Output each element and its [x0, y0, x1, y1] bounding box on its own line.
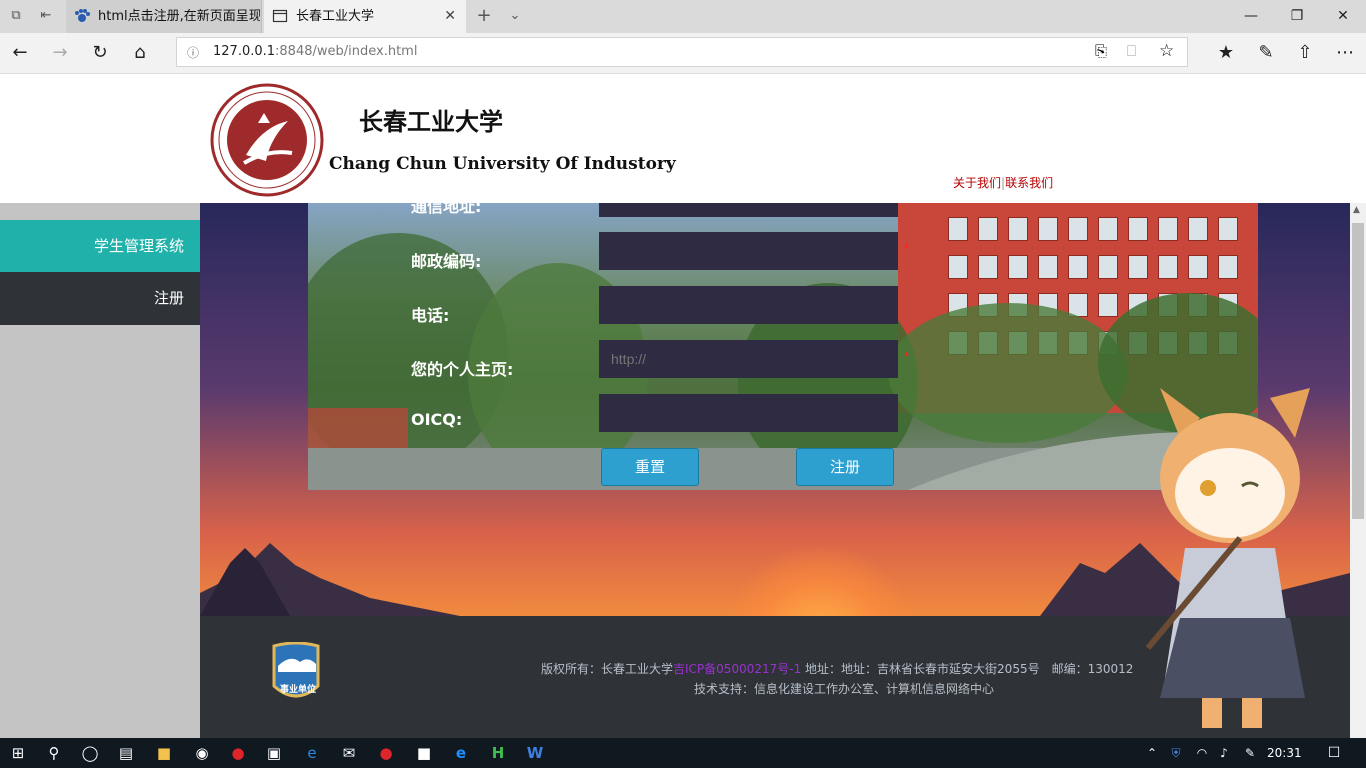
cat-mascot-image	[1145, 388, 1310, 728]
reading-view-icon[interactable]: ⎕	[1127, 42, 1136, 60]
new-tab-icon[interactable]: +	[472, 5, 496, 27]
intellij-icon[interactable]: ■	[406, 738, 442, 768]
recorder-icon[interactable]: ●	[368, 738, 404, 768]
icp-link[interactable]: 吉ICP备05000217号-1	[673, 662, 801, 676]
university-logo	[210, 83, 324, 197]
about-us-link[interactable]: 关于我们	[953, 176, 1001, 190]
phone-input[interactable]	[599, 286, 898, 324]
scroll-up-icon[interactable]: ▲	[1353, 205, 1360, 215]
form-label-address: 通信地址:	[411, 203, 482, 216]
form-label-postcode: 邮政编码:	[411, 252, 482, 271]
task-view-icon[interactable]: ▤	[108, 738, 144, 768]
browser-tab-2[interactable]: 长春工业大学 ✕	[264, 0, 466, 33]
favorites-hub-icon[interactable]: ★	[1212, 39, 1240, 67]
mail-icon[interactable]: ✉	[331, 738, 367, 768]
ie-icon[interactable]: e	[294, 738, 330, 768]
panda-app-icon[interactable]: ◉	[184, 738, 220, 768]
footer-tech-support: 技术支持：信息化建设工作办公室、计算机信息网络中心	[694, 682, 995, 696]
browser-tab-bar: ⧉ ⇤ html点击注册,在新页面呈现 长春工业大学 ✕ + ⌄ — ❐ ✕	[0, 0, 1366, 33]
close-tab-icon[interactable]: ✕	[444, 0, 456, 33]
favorite-star-icon[interactable]: ☆	[1159, 41, 1174, 61]
tab-title: html点击注册,在新页面呈现	[98, 9, 260, 24]
restore-icon[interactable]: ❐	[1274, 0, 1320, 33]
paw-favicon-icon	[75, 9, 90, 22]
university-cn-name: 长春工业大学	[359, 108, 503, 136]
forward-icon[interactable]: →	[46, 39, 74, 67]
store-icon[interactable]: ▣	[256, 738, 292, 768]
page-favicon-icon	[272, 9, 288, 23]
oicq-input[interactable]	[599, 394, 898, 432]
back-icon[interactable]: ←	[6, 39, 34, 67]
form-label-phone: 电话:	[411, 306, 450, 325]
postcode-input[interactable]	[599, 232, 898, 270]
page-scrollbar[interactable]: ▲	[1350, 203, 1366, 738]
university-en-name: Chang Chun University Of Industory	[329, 154, 676, 174]
tab-actions-icon[interactable]: ⧉	[4, 5, 28, 27]
notification-icon[interactable]: ☐	[1316, 738, 1352, 768]
required-mark: *	[904, 243, 909, 254]
register-button[interactable]: 注册	[796, 448, 894, 486]
sidebar-item-register[interactable]: 注册	[0, 272, 200, 325]
more-menu-icon[interactable]: ⋯	[1331, 39, 1359, 67]
sidebar-item-student-system[interactable]: 学生管理系统	[0, 220, 200, 272]
edge-icon[interactable]: e	[443, 738, 479, 768]
translate-icon[interactable]: ⎘	[1095, 42, 1107, 60]
home-icon[interactable]: ⌂	[126, 39, 154, 67]
browser-tab-1[interactable]: html点击注册,在新页面呈现	[66, 0, 262, 33]
header-links: 关于我们|联系我们	[953, 174, 1053, 191]
site-header: 长春工业大学 Chang Chun University Of Industor…	[0, 74, 1366, 203]
form-label-homepage: 您的个人主页:	[411, 360, 514, 379]
copyright-text: 版权所有：长春工业大学	[541, 662, 674, 676]
form-label-oicq: OICQ:	[411, 410, 463, 429]
address-input[interactable]	[599, 203, 898, 217]
file-explorer-icon[interactable]: ■	[146, 738, 182, 768]
url-path: :8848/web/index.html	[275, 44, 418, 59]
search-icon[interactable]: ⚲	[36, 738, 72, 768]
chevron-down-icon[interactable]: ⌄	[503, 5, 527, 27]
info-icon[interactable]: ⓘ	[187, 44, 199, 61]
minimize-icon[interactable]: —	[1228, 0, 1274, 33]
refresh-icon[interactable]: ↻	[86, 39, 114, 67]
tab-title: 长春工业大学	[296, 9, 375, 24]
required-mark: *	[904, 351, 909, 362]
wps-icon[interactable]: W	[517, 738, 553, 768]
input-method-icon[interactable]: ✎	[1232, 738, 1268, 768]
url-text[interactable]: 127.0.0.1:8848/web/index.html	[213, 38, 417, 66]
close-window-icon[interactable]: ✕	[1320, 0, 1366, 33]
netease-music-icon[interactable]: ●	[220, 738, 256, 768]
url-host: 127.0.0.1	[213, 44, 276, 59]
pen-notes-icon[interactable]: ✎	[1252, 39, 1280, 67]
taskbar-clock[interactable]: 20:31	[1267, 738, 1302, 768]
scrollbar-thumb[interactable]	[1352, 223, 1364, 519]
homepage-input[interactable]	[599, 340, 898, 378]
contact-us-link[interactable]: 联系我们	[1005, 176, 1053, 190]
reset-button[interactable]: 重置	[601, 448, 699, 486]
share-icon[interactable]: ⇧	[1291, 39, 1319, 67]
windows-start-icon[interactable]: ⊞	[0, 738, 36, 768]
browser-nav-bar: ← → ↻ ⌂ ⓘ 127.0.0.1:8848/web/index.html …	[0, 33, 1366, 74]
address-text: 地址：地址：吉林省长春市延安大街2055号 邮编：130012	[805, 662, 1134, 676]
campus-photo-form-panel: 通信地址: 邮政编码: * 电话: 您的个人主页: * OICQ: 重置 注册	[308, 203, 1258, 490]
windows-taskbar: ⊞ ⚲ ◯ ▤ ■ ◉ ● ▣ e ✉ ● ■ e H W ⌃ ⛨ ◠ ♪ ✎ …	[0, 738, 1366, 768]
set-aside-tabs-icon[interactable]: ⇤	[34, 5, 58, 27]
footer-copyright: 版权所有：长春工业大学吉ICP备05000217号-1 地址：地址：吉林省长春市…	[541, 660, 1133, 677]
cortana-icon[interactable]: ◯	[72, 738, 108, 768]
address-bar[interactable]: ⓘ 127.0.0.1:8848/web/index.html ⎘ ⎕ ☆	[176, 37, 1188, 67]
badge-text: 事业单位	[280, 685, 317, 695]
hbuilder-icon[interactable]: H	[480, 738, 516, 768]
